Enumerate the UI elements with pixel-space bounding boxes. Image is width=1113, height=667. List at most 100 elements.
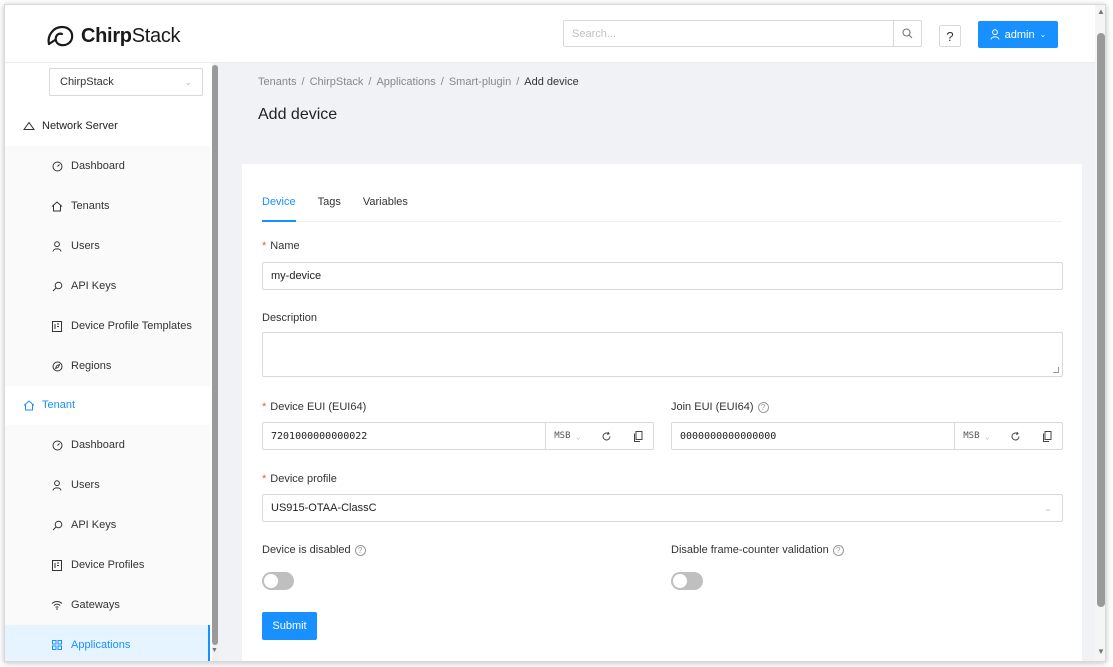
- chevron-down-icon: ⌄: [1039, 30, 1047, 39]
- join-eui-value: 0000000000000000: [680, 430, 777, 442]
- key-icon: [51, 519, 63, 531]
- description-label: Description: [262, 312, 317, 324]
- user-icon: [990, 29, 1000, 40]
- breadcrumb-item[interactable]: ChirpStack: [310, 76, 364, 88]
- sidebar-item-tenant-api-keys[interactable]: API Keys: [5, 505, 210, 545]
- tab-variables[interactable]: Variables: [363, 196, 408, 222]
- chevron-down-icon: ⌄: [984, 431, 990, 441]
- device-profile-select[interactable]: US915-OTAA-ClassC ⌄: [262, 494, 1063, 522]
- question-circle-icon[interactable]: ?: [832, 544, 844, 556]
- copy-icon[interactable]: [1032, 423, 1062, 449]
- sidebar-item-ns-api-keys[interactable]: API Keys: [5, 266, 210, 306]
- search-input[interactable]: [564, 21, 893, 46]
- breadcrumb-item[interactable]: Applications: [376, 76, 435, 88]
- sidebar-item-gateways[interactable]: Gateways: [5, 585, 210, 625]
- copy-icon[interactable]: [623, 423, 653, 449]
- toggle-knob: [264, 574, 278, 588]
- sidebar-item-label: Applications: [71, 639, 131, 651]
- description-label-text: Description: [262, 312, 318, 324]
- sidebar-item-tenant-dashboard[interactable]: Dashboard: [5, 425, 210, 465]
- home-icon: [23, 399, 35, 411]
- sidebar-item-ns-dashboard[interactable]: Dashboard: [5, 146, 210, 186]
- join-eui-label: Join EUI (EUI64) ?: [671, 401, 769, 413]
- tab-device[interactable]: Device: [262, 196, 296, 222]
- tenant-select[interactable]: ChirpStack ⌄: [49, 68, 203, 96]
- breadcrumb-separator: /: [440, 76, 444, 88]
- required-marker: *: [262, 240, 267, 252]
- sidebar-item-device-profile-templates[interactable]: Device Profile Templates: [5, 306, 210, 346]
- dev-eui-field[interactable]: 7201000000000022 MSB ⌄: [262, 422, 654, 450]
- refresh-icon[interactable]: [998, 423, 1032, 449]
- join-eui-field[interactable]: 0000000000000000 MSB ⌄: [671, 422, 1063, 450]
- dev-eui-addons: MSB ⌄: [545, 423, 653, 449]
- sidebar-item-label: Users: [71, 479, 100, 491]
- question-circle-icon[interactable]: ?: [354, 544, 366, 556]
- page-scrollbar-thumb[interactable]: [1097, 33, 1105, 607]
- name-label: * Name: [262, 240, 300, 252]
- user-icon: [51, 240, 63, 252]
- user-menu-button[interactable]: admin ⌄: [978, 21, 1058, 48]
- search-button[interactable]: [893, 21, 921, 46]
- user-menu-label: admin: [1004, 28, 1035, 41]
- tenant-select-value: ChirpStack: [60, 76, 114, 88]
- scroll-up-arrow-icon[interactable]: ▲: [1097, 7, 1105, 16]
- sidebar-item-applications[interactable]: Applications: [5, 625, 210, 661]
- submit-button[interactable]: Submit: [262, 612, 317, 640]
- device-profile-label: * Device profile: [262, 473, 337, 485]
- toggle-knob: [673, 574, 687, 588]
- question-circle-icon[interactable]: ?: [757, 401, 769, 413]
- description-field[interactable]: [262, 332, 1063, 377]
- sidebar-group-network-server[interactable]: Network Server: [5, 106, 210, 146]
- join-eui-byte-order-select[interactable]: MSB ⌄: [954, 423, 998, 449]
- dev-eui-byte-order-select[interactable]: MSB ⌄: [545, 423, 589, 449]
- apps-icon: [51, 639, 63, 651]
- scroll-down-arrow-icon[interactable]: ▼: [1097, 647, 1105, 656]
- wifi-icon: [51, 599, 63, 611]
- sidebar-item-ns-users[interactable]: Users: [5, 226, 210, 266]
- sidebar-item-label: Dashboard: [71, 439, 125, 451]
- compass-icon: [51, 360, 63, 372]
- fcnt-validation-label: Disable frame-counter validation ?: [671, 544, 844, 556]
- page-scrollbar[interactable]: ▲ ▼: [1095, 5, 1105, 661]
- cloud-icon: [23, 120, 35, 132]
- device-disabled-toggle[interactable]: [262, 572, 294, 590]
- app-window: ChirpStack ? admin ⌄ ChirpStac: [4, 4, 1106, 662]
- name-field[interactable]: my-device: [262, 262, 1063, 290]
- sidebar-item-device-profiles[interactable]: Device Profiles: [5, 545, 210, 585]
- fcnt-validation-toggle[interactable]: [671, 572, 703, 590]
- sidebar-item-tenant-users[interactable]: Users: [5, 465, 210, 505]
- breadcrumb-item[interactable]: Tenants: [258, 76, 297, 88]
- device-disabled-label: Device is disabled ?: [262, 544, 366, 556]
- home-icon: [51, 200, 63, 212]
- join-eui-addons: MSB ⌄: [954, 423, 1062, 449]
- tab-bar: Device Tags Variables: [262, 196, 1062, 222]
- fcnt-validation-label-text: Disable frame-counter validation: [671, 544, 829, 556]
- main-content: Tenants / ChirpStack / Applications / Smart…: [218, 63, 1095, 661]
- help-label: ?: [946, 28, 954, 44]
- page-title: Add device: [258, 106, 338, 123]
- search-icon: [902, 28, 913, 39]
- sidebar-item-label: API Keys: [71, 280, 117, 292]
- device-disabled-label-text: Device is disabled: [262, 544, 351, 556]
- sidebar-item-label: Regions: [71, 360, 112, 372]
- tab-tags[interactable]: Tags: [318, 196, 341, 222]
- join-eui-label-text: Join EUI (EUI64): [671, 401, 754, 413]
- sidebar-item-label: Gateways: [71, 599, 120, 611]
- sidebar-item-label: API Keys: [71, 519, 117, 531]
- refresh-icon[interactable]: [589, 423, 623, 449]
- sidebar-item-tenants[interactable]: Tenants: [5, 186, 210, 226]
- sidebar-group-label: Tenant: [42, 399, 76, 411]
- help-button[interactable]: ?: [939, 25, 961, 47]
- chirpstack-bird-icon: [47, 25, 74, 47]
- sidebar-group-label: Network Server: [42, 120, 118, 132]
- byte-order-value: MSB: [963, 431, 980, 441]
- sidebar-item-regions[interactable]: Regions: [5, 346, 210, 386]
- sidebar-group-tenant[interactable]: Tenant: [5, 385, 210, 425]
- resize-grip-icon[interactable]: [1053, 367, 1059, 373]
- scroll-down-arrow-icon[interactable]: ▼: [211, 647, 218, 654]
- chirpstack-logo[interactable]: ChirpStack: [45, 22, 181, 50]
- breadcrumb-current: Add device: [524, 76, 579, 88]
- user-icon: [51, 479, 63, 491]
- required-marker: *: [262, 473, 267, 485]
- breadcrumb-item[interactable]: Smart-plugin: [449, 76, 511, 88]
